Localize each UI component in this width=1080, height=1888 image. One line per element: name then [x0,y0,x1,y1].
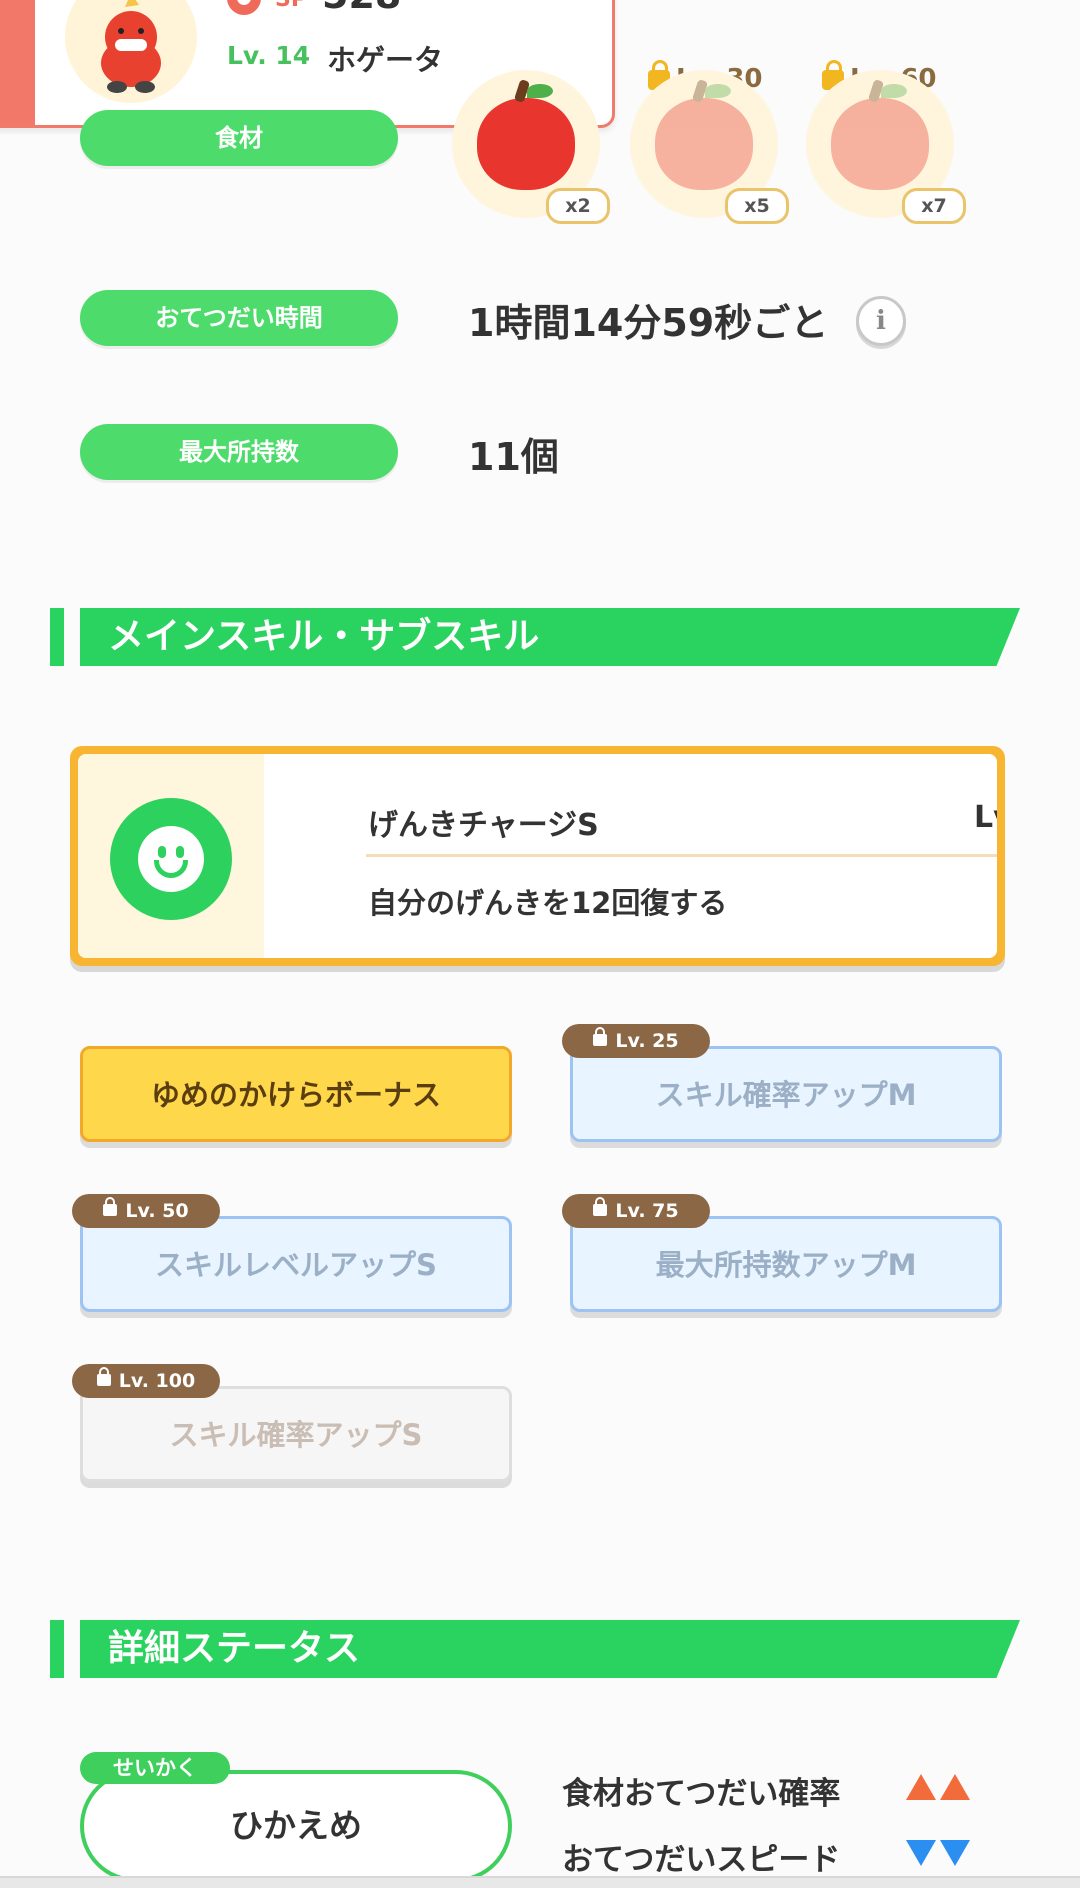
sp-value: 528 [322,0,401,17]
sub-skill-2-unlock-tag: Lv. 25 [562,1024,710,1058]
stat-up-label: 食材おてつだい確率 [562,1776,841,1812]
divider [366,854,997,857]
sub-skill-2[interactable]: スキル確率アップM [570,1046,1002,1142]
smile-face-icon [110,798,232,920]
pokemon-name: ホゲータ [327,43,444,77]
help-time-value: 1時間14分59秒ごと [468,301,829,345]
apple-icon [831,84,929,190]
sp-icon [227,0,261,15]
sub-skill-5-unlock-tag: Lv. 100 [72,1364,220,1398]
lock-icon [96,1366,111,1386]
sub-skill-3-unlock-tag: Lv. 50 [72,1194,220,1228]
info-icon[interactable]: i [856,296,906,346]
sub-skill-3[interactable]: スキルレベルアップS [80,1216,512,1312]
max-carry-value: 11個 [468,435,559,479]
main-skill-name: げんきチャージS [368,808,599,843]
max-carry-label: 最大所持数 [80,424,398,480]
skills-section-title: メインスキル・サブスキル [108,616,540,657]
section-marker [50,1620,64,1678]
up-arrow-icon [940,1774,970,1800]
nature-tag: せいかく [80,1752,230,1784]
section-marker [50,608,64,666]
stat-down-label: おてつだいスピード [562,1842,841,1878]
lock-icon [103,1196,118,1216]
sub-skill-5[interactable]: スキル確率アップS [80,1386,512,1482]
ingredient-count-2: x5 [725,188,789,224]
details-section-title: 詳細ステータス [108,1628,361,1669]
lock-icon [593,1026,608,1046]
pokemon-avatar [65,0,197,103]
main-skill-icon-panel [78,754,264,958]
lock-icon [593,1196,608,1216]
pokemon-level: Lv. 14 [227,41,311,70]
bottom-bar [0,1876,1080,1888]
up-arrow-icon [906,1774,936,1800]
apple-icon [655,84,753,190]
sub-skill-1[interactable]: ゆめのかけらボーナス [80,1046,512,1142]
down-arrow-icon [906,1840,936,1866]
sp-label: SP [275,0,307,12]
apple-icon [477,84,575,190]
main-skill-description: 自分のげんきを12回復する [368,886,728,920]
help-time-label: おてつだい時間 [80,290,398,346]
ingredients-label: 食材 [80,110,398,166]
ingredient-count-3: x7 [902,188,966,224]
ingredient-count-1: x2 [546,188,610,224]
sub-skill-4[interactable]: 最大所持数アップM [570,1216,1002,1312]
nature-value[interactable]: ひかえめ [80,1770,512,1882]
main-skill-inner: げんきチャージS Lv.1 自分のげんきを12回復する [78,754,997,958]
main-skill-level: Lv.1 [974,800,997,835]
sub-skill-4-unlock-tag: Lv. 75 [562,1194,710,1228]
fuecoco-icon [101,0,161,93]
card-accent-stripe [0,0,35,125]
main-skill-card[interactable]: げんきチャージS Lv.1 自分のげんきを12回復する [70,746,1005,966]
down-arrow-icon [940,1840,970,1866]
